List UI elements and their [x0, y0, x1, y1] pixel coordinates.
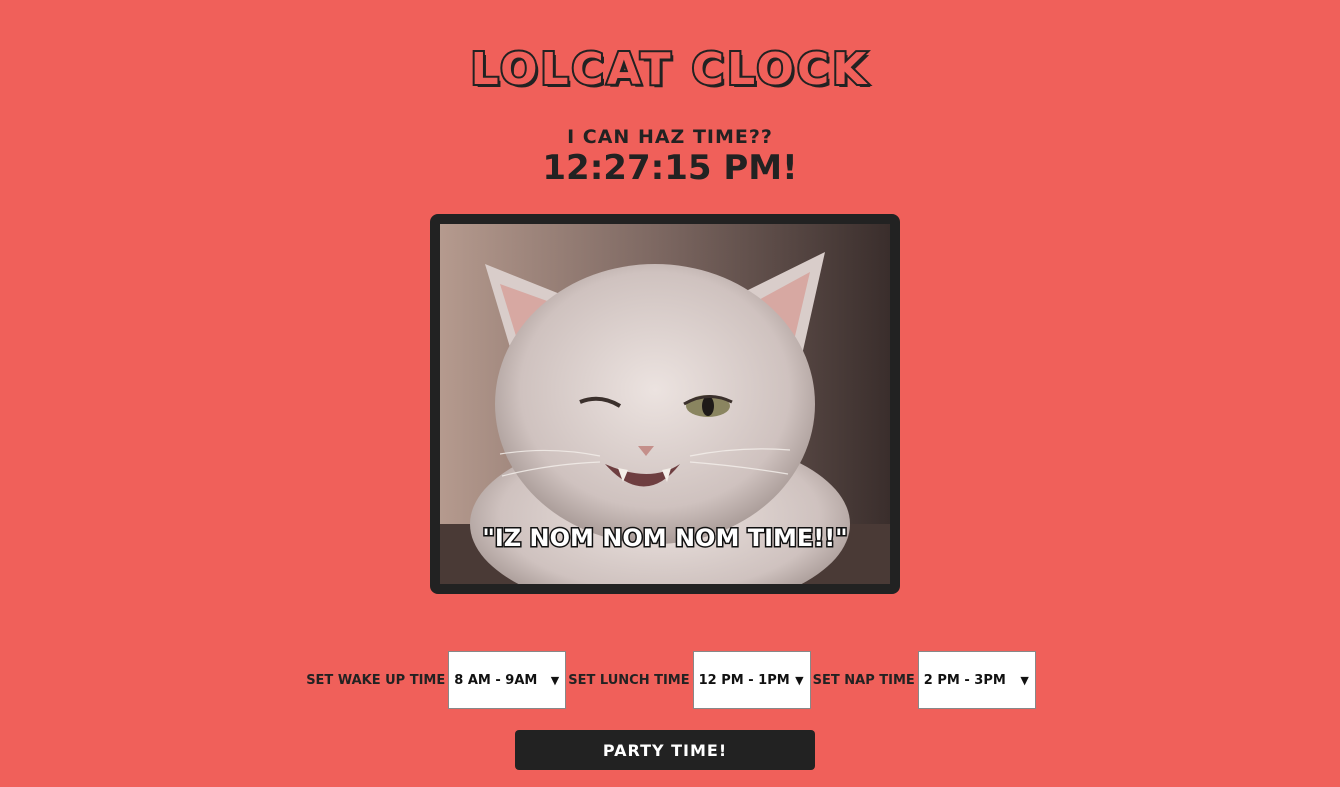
schedule-controls: SET WAKE UP TIME 8 AM - 9AM ▼ SET LUNCH … — [0, 650, 1340, 710]
chevron-down-icon: ▼ — [795, 673, 804, 687]
wake-up-select[interactable]: 8 AM - 9AM ▼ — [448, 651, 567, 709]
image-caption: "IZ NOM NOM NOM TIME!!" — [482, 524, 847, 552]
lolcat-image: "IZ NOM NOM NOM TIME!!" — [430, 214, 900, 594]
nap-select[interactable]: 2 PM - 3PM ▼ — [917, 651, 1036, 709]
lunch-select[interactable]: 12 PM - 1PM ▼ — [692, 651, 811, 709]
chevron-down-icon: ▼ — [1020, 673, 1029, 687]
time-question: I CAN HAZ TIME?? — [567, 126, 773, 148]
nap-value: 2 PM - 3PM — [923, 672, 1006, 688]
page-title: LOLCAT CLOCK — [469, 42, 870, 97]
nap-label: SET NAP TIME — [812, 672, 915, 688]
lunch-label: SET LUNCH TIME — [568, 672, 690, 688]
chevron-down-icon: ▼ — [550, 673, 560, 687]
wake-up-value: 8 AM - 9AM — [454, 672, 538, 688]
lunch-value: 12 PM - 1PM — [698, 672, 790, 688]
party-time-button[interactable]: PARTY TIME! — [515, 730, 815, 770]
wake-up-label: SET WAKE UP TIME — [306, 672, 446, 688]
clock-display: 12:27:15 PM! — [542, 148, 798, 188]
lolcat-clock-page: LOLCAT CLOCK I CAN HAZ TIME?? 12:27:15 P… — [0, 0, 1340, 787]
